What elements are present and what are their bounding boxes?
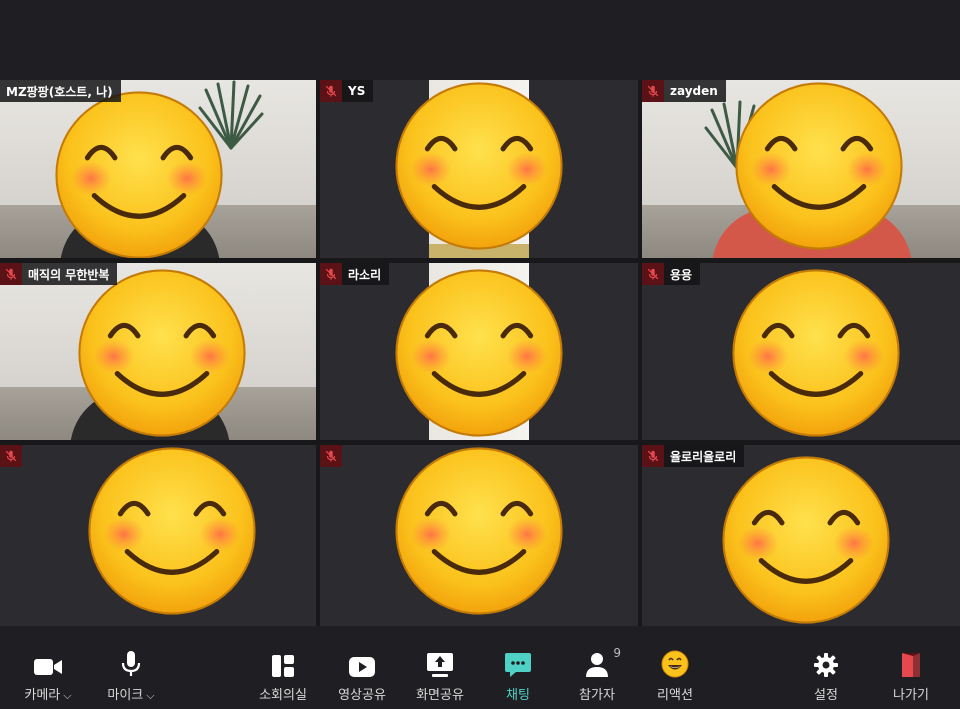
participant-name: 매직의 무한반복 xyxy=(28,267,110,282)
smiling-face-icon xyxy=(53,89,225,258)
video-share-button[interactable]: 영상공유 xyxy=(327,638,397,709)
meeting-toolbar: 카메라 ⌵ 마이크 ⌵ 소회의실 영상공유 화면공유 채팅 9 참가자 리액션 … xyxy=(0,638,960,709)
mic-muted-icon xyxy=(320,263,342,285)
video-tile[interactable] xyxy=(0,445,316,626)
participants-label: 참가자 xyxy=(579,688,615,703)
participant-name-tag: MZ팡팡(호스트, 나) xyxy=(0,80,121,102)
camera-icon xyxy=(33,650,63,678)
chat-icon xyxy=(504,650,532,678)
mic-muted-icon xyxy=(0,445,22,467)
chat-label: 채팅 xyxy=(506,688,530,703)
camera-button[interactable]: 카메라 ⌵ xyxy=(10,638,86,709)
chevron-down-icon: ⌵ xyxy=(146,689,155,702)
participant-name: 용용 xyxy=(670,267,693,282)
camera-label: 카메라 xyxy=(24,688,61,703)
smiley-icon xyxy=(661,650,689,678)
video-tile[interactable]: 라소리 xyxy=(320,263,638,440)
smiling-face-icon xyxy=(733,80,905,252)
breakout-label: 소회의실 xyxy=(259,688,307,703)
mic-muted-icon xyxy=(320,80,342,102)
mic-muted-icon xyxy=(0,263,22,285)
reaction-label: 리액션 xyxy=(657,688,693,703)
participant-name: zayden xyxy=(670,84,718,98)
screen-share-icon xyxy=(426,650,454,678)
smiling-face-icon xyxy=(720,454,892,626)
mic-muted-icon xyxy=(642,445,664,467)
video-play-icon xyxy=(348,650,376,678)
mic-label: 마이크 xyxy=(107,688,144,703)
microphone-icon xyxy=(120,650,142,678)
chat-button[interactable]: 채팅 xyxy=(485,638,551,709)
smiling-face-icon xyxy=(76,267,248,439)
leave-button[interactable]: 나가기 xyxy=(878,638,944,709)
participant-count: 9 xyxy=(613,646,621,660)
participant-name: YS xyxy=(348,84,366,98)
person-icon: 9 xyxy=(585,646,621,678)
participant-name-tag: 라소리 xyxy=(320,263,390,285)
participant-name-tag: 율로리율로리 xyxy=(642,445,745,467)
video-tile[interactable]: YS xyxy=(320,80,638,258)
breakout-room-button[interactable]: 소회의실 xyxy=(248,638,318,709)
participant-name-tag: YS xyxy=(320,80,374,102)
video-share-label: 영상공유 xyxy=(338,688,386,703)
gear-icon xyxy=(813,650,839,678)
layout-icon xyxy=(271,650,295,678)
settings-label: 설정 xyxy=(814,688,838,703)
participant-name: 율로리율로리 xyxy=(670,449,737,464)
chevron-down-icon: ⌵ xyxy=(63,689,72,702)
smiling-face-icon xyxy=(393,80,565,252)
video-tile[interactable]: MZ팡팡(호스트, 나) xyxy=(0,80,316,258)
mic-button[interactable]: 마이크 ⌵ xyxy=(94,638,168,709)
video-tile[interactable]: zayden xyxy=(642,80,960,258)
smiling-face-icon xyxy=(86,445,258,617)
participant-name-tag: 용용 xyxy=(642,263,701,285)
participant-name-tag: zayden xyxy=(642,80,726,102)
smiling-face-icon xyxy=(730,267,902,439)
participant-name: MZ팡팡(호스트, 나) xyxy=(6,84,113,99)
mic-muted-icon xyxy=(642,263,664,285)
mic-muted-icon xyxy=(320,445,342,467)
video-tile[interactable]: 율로리율로리 xyxy=(642,445,960,626)
screen-share-label: 화면공유 xyxy=(416,688,464,703)
reaction-button[interactable]: 리액션 xyxy=(640,638,710,709)
smiling-face-icon xyxy=(393,445,565,617)
video-tile[interactable] xyxy=(320,445,638,626)
leave-label: 나가기 xyxy=(893,688,929,703)
settings-button[interactable]: 설정 xyxy=(796,638,856,709)
video-grid: MZ팡팡(호스트, 나) YS zayden 매직의 무한반복 라소리 용용 율… xyxy=(0,80,960,626)
participant-name: 라소리 xyxy=(348,267,382,282)
top-bar xyxy=(0,0,960,80)
screen-share-button[interactable]: 화면공유 xyxy=(405,638,475,709)
participants-button[interactable]: 9 참가자 xyxy=(562,638,632,709)
participant-name-tag: 매직의 무한반복 xyxy=(0,263,118,285)
video-tile[interactable]: 매직의 무한반복 xyxy=(0,263,316,440)
smiling-face-icon xyxy=(393,267,565,439)
video-tile[interactable]: 용용 xyxy=(642,263,960,440)
mic-muted-icon xyxy=(642,80,664,102)
door-icon xyxy=(900,650,922,678)
